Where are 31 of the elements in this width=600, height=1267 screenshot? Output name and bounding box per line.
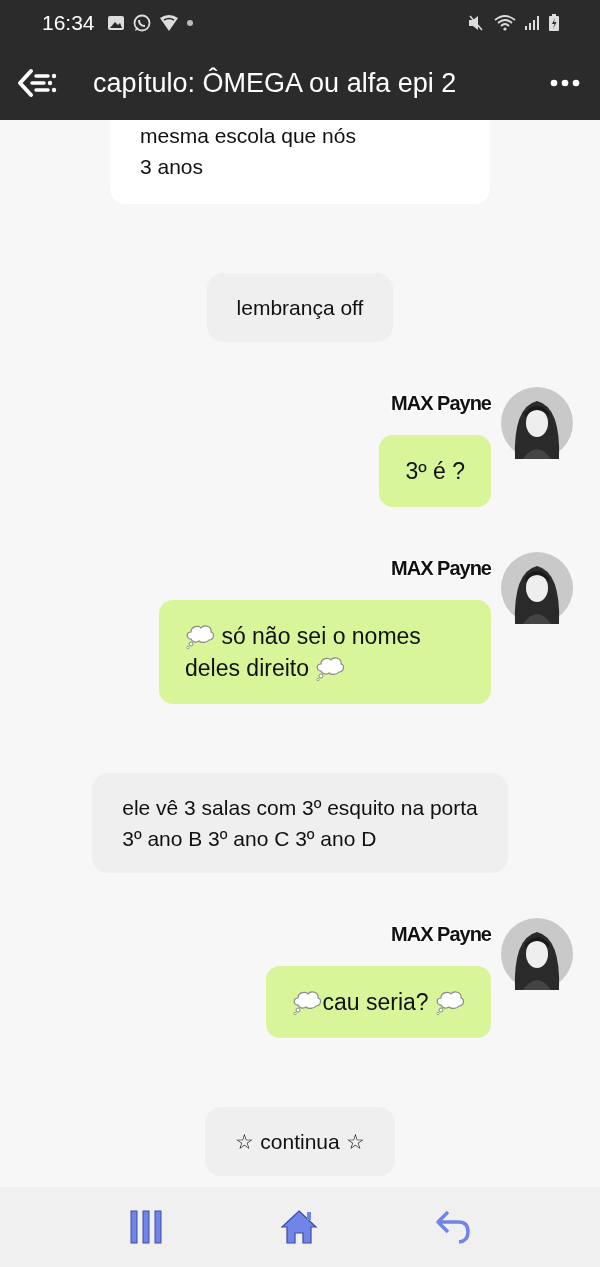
thought-bubble-icon [185,623,215,649]
more-options-button[interactable] [550,79,580,87]
avatar-icon[interactable] [501,918,573,990]
character-message-bubble: só não sei o nomes deles direito [159,600,491,704]
thought-bubble-icon [435,989,465,1015]
battery-icon [548,14,560,32]
home-button[interactable] [280,1209,318,1245]
character-message-bubble: 3º é ? [379,435,491,507]
story-title: capítulo: ÔMEGA ou alfa epi 2 [93,67,458,99]
narration-bubble: lembrança off [206,273,394,342]
chat-app-icon [132,14,151,32]
avatar-icon[interactable] [501,552,573,624]
narration-bubble: ele vê 3 salas com 3º esquito na porta 3º ano B 3º ano C 3º ano D [92,773,508,873]
character-name: MAX Payne [391,922,491,946]
character-name: MAX Payne [391,556,491,580]
chapters-button[interactable] [128,1210,163,1244]
reply-button[interactable] [435,1209,472,1245]
wifi-icon [494,15,516,31]
thought-bubble-icon [315,655,346,681]
character-message-bubble: cau seria? [266,966,491,1038]
status-time: 16:34 [42,11,95,35]
avatar-icon[interactable] [501,387,573,459]
thought-bubble-icon [292,989,323,1015]
narration-bubble: mesma escola que nós 3 anos [110,120,490,204]
mute-icon [468,15,486,31]
character-name: MAX Payne [391,391,491,415]
gallery-icon [106,15,125,31]
shield-icon [158,14,179,32]
narration-bubble: ☆ continua ☆ [205,1107,395,1176]
notification-dot-icon [186,20,193,26]
signal-icon [524,15,540,31]
